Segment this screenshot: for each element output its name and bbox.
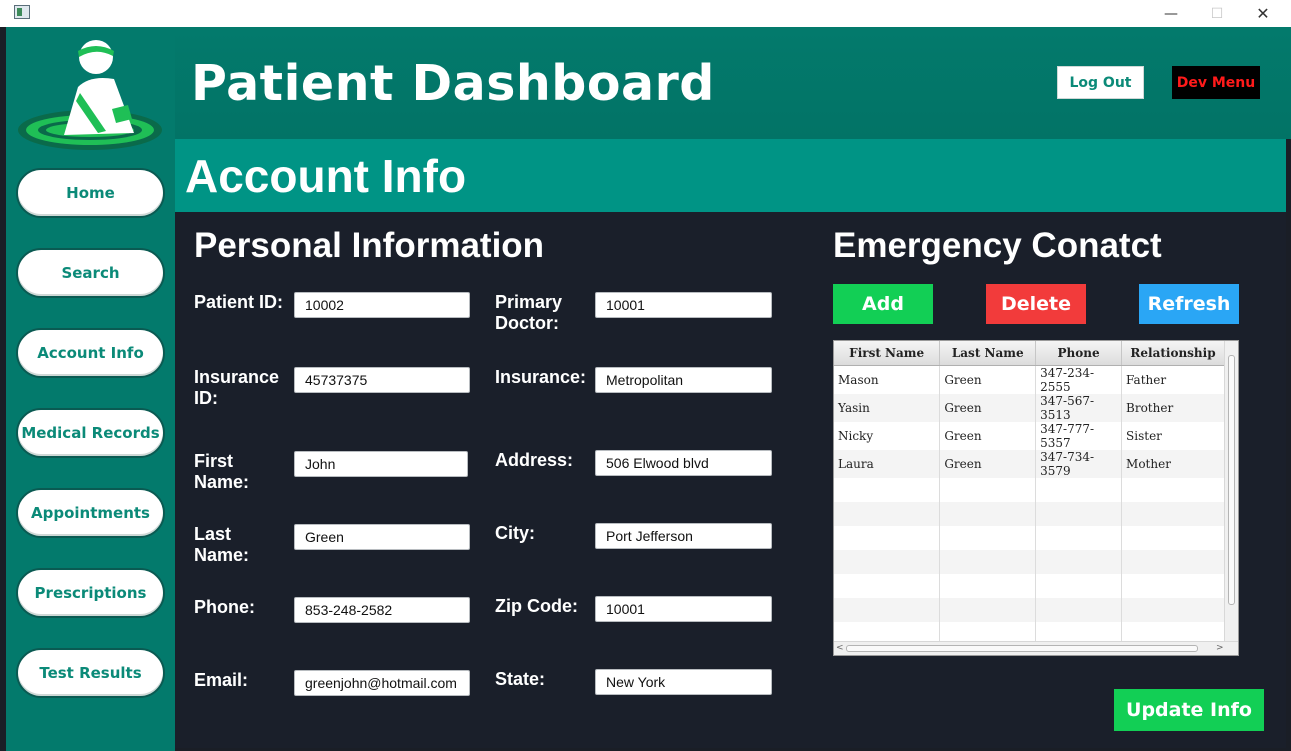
sidebar-item-medical-records[interactable]: Medical Records (16, 408, 165, 458)
table-row[interactable]: Yasin Green 347-567-3513 Brother (834, 393, 1225, 422)
cell-last-name: Green (939, 421, 1037, 450)
insurance-id-label: Insurance ID: (194, 367, 280, 408)
minimize-button[interactable]: — (1148, 0, 1194, 27)
cell-relationship: Sister (1121, 421, 1225, 450)
table-row[interactable]: Nicky Green 347-777-5357 Sister (834, 421, 1225, 450)
email-label: Email: (194, 670, 249, 690)
refresh-contacts-button[interactable]: Refresh (1139, 284, 1239, 324)
dev-menu-button[interactable]: Dev Menu (1172, 66, 1260, 99)
table-header-row: First Name Last Name Phone Relationship (834, 341, 1225, 366)
sidebar-item-test-results[interactable]: Test Results (16, 648, 165, 698)
column-header-phone[interactable]: Phone (1035, 341, 1123, 366)
table-horizontal-scrollbar[interactable]: < > (834, 641, 1238, 655)
table-row[interactable]: Mason Green 347-234-2555 Father (834, 365, 1225, 394)
patient-id-label: Patient ID: (194, 292, 284, 312)
logout-button[interactable]: Log Out (1057, 66, 1144, 99)
sidebar-item-account-info[interactable]: Account Info (16, 328, 165, 378)
first-name-label: First Name: (194, 451, 250, 492)
patient-logo-icon (18, 40, 162, 150)
section-title: Account Info (185, 150, 467, 202)
scroll-left-arrow-icon[interactable]: < (836, 643, 844, 653)
emergency-contacts-table[interactable]: First Name Last Name Phone Relationship … (833, 340, 1239, 656)
cell-phone: 347-234-2555 (1035, 365, 1123, 394)
address-label: Address: (495, 450, 574, 470)
account-content: Personal Information Patient ID: Insuran… (175, 212, 1286, 748)
table-row-empty[interactable] (834, 549, 1225, 574)
phone-label: Phone: (194, 597, 255, 617)
table-row-empty[interactable] (834, 501, 1225, 526)
cell-last-name: Green (939, 393, 1037, 422)
scroll-right-arrow-icon[interactable]: > (1216, 643, 1224, 653)
table-row-empty[interactable] (834, 525, 1225, 550)
column-header-first-name[interactable]: First Name (834, 341, 941, 366)
column-header-last-name[interactable]: Last Name (939, 341, 1037, 366)
horizontal-scroll-thumb[interactable] (846, 645, 1198, 652)
personal-info-heading: Personal Information (194, 226, 545, 265)
insurance-label: Insurance: (495, 367, 587, 387)
primary-doctor-field[interactable]: 10001 (595, 292, 772, 318)
cell-phone: 347-734-3579 (1035, 449, 1123, 478)
cell-first-name: Yasin (834, 393, 941, 422)
close-button[interactable]: ✕ (1240, 0, 1286, 27)
table-row-empty[interactable] (834, 477, 1225, 502)
last-name-field[interactable]: Green (294, 524, 470, 550)
update-info-button[interactable]: Update Info (1114, 689, 1264, 731)
table-vertical-scrollbar[interactable] (1224, 341, 1238, 641)
cell-first-name: Nicky (834, 421, 941, 450)
page-title: Patient Dashboard (191, 55, 715, 112)
last-name-label: Last Name: (194, 524, 250, 565)
maximize-button[interactable]: ☐ (1194, 0, 1240, 27)
zip-code-label: Zip Code: (495, 596, 578, 616)
cell-relationship: Father (1121, 365, 1225, 394)
phone-field[interactable]: 853-248-2582 (294, 597, 470, 623)
primary-doctor-label: Primary Doctor: (495, 292, 563, 333)
sidebar: Home Search Account Info Medical Records… (6, 27, 175, 751)
city-field[interactable]: Port Jefferson (595, 523, 772, 549)
cell-phone: 347-777-5357 (1035, 421, 1123, 450)
cell-relationship: Brother (1121, 393, 1225, 422)
patient-id-field[interactable]: 10002 (294, 292, 470, 318)
app-icon (14, 5, 30, 19)
email-field[interactable]: greenjohn@hotmail.com (294, 670, 470, 696)
cell-phone: 347-567-3513 (1035, 393, 1123, 422)
state-label: State: (495, 669, 546, 689)
insurance-field[interactable]: Metropolitan (595, 367, 772, 393)
sidebar-item-search[interactable]: Search (16, 248, 165, 298)
cell-relationship: Mother (1121, 449, 1225, 478)
zip-code-field[interactable]: 10001 (595, 596, 772, 622)
insurance-id-field[interactable]: 45737375 (294, 367, 470, 393)
emergency-contact-heading: Emergency Conatct (833, 226, 1162, 265)
header: Patient Dashboard Log Out Dev Menu (175, 27, 1291, 139)
cell-first-name: Laura (834, 449, 941, 478)
cell-last-name: Green (939, 365, 1037, 394)
address-field[interactable]: 506 Elwood blvd (595, 450, 772, 476)
window-titlebar: — ☐ ✕ (0, 0, 1291, 27)
section-bar: Account Info (175, 139, 1286, 212)
sidebar-item-home[interactable]: Home (16, 168, 165, 218)
sidebar-item-prescriptions[interactable]: Prescriptions (16, 568, 165, 618)
table-row-empty[interactable] (834, 573, 1225, 598)
column-header-relationship[interactable]: Relationship (1121, 341, 1225, 366)
sidebar-item-appointments[interactable]: Appointments (16, 488, 165, 538)
cell-first-name: Mason (834, 365, 941, 394)
first-name-field[interactable]: John (294, 451, 468, 477)
delete-contact-button[interactable]: Delete (986, 284, 1086, 324)
vertical-scroll-thumb[interactable] (1228, 355, 1235, 605)
cell-last-name: Green (939, 449, 1037, 478)
table-row[interactable]: Laura Green 347-734-3579 Mother (834, 449, 1225, 478)
add-contact-button[interactable]: Add (833, 284, 933, 324)
table-row-empty[interactable] (834, 597, 1225, 622)
state-field[interactable]: New York (595, 669, 772, 695)
city-label: City: (495, 523, 535, 543)
